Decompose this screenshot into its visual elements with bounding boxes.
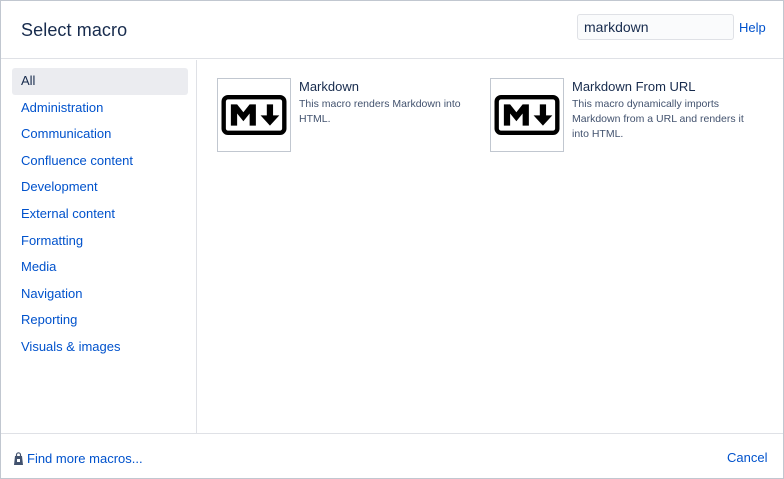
select-macro-dialog: Select macro Help All Administration Com… [0, 0, 784, 479]
category-item-media[interactable]: Media [12, 254, 188, 281]
find-more-macros-label: Find more macros... [27, 451, 143, 466]
markdown-icon [494, 95, 560, 135]
marketplace-bag-icon [13, 451, 24, 466]
category-sidebar: All Administration Communication Conflue… [1, 60, 197, 433]
macro-card-markdown[interactable]: Markdown This macro renders Markdown int… [217, 78, 482, 158]
dialog-title: Select macro [21, 20, 128, 40]
category-item-reporting[interactable]: Reporting [12, 307, 188, 334]
macro-card-markdown-from-url[interactable]: Markdown From URL This macro dynamically… [490, 78, 755, 158]
category-item-visuals-images[interactable]: Visuals & images [12, 334, 188, 361]
macro-thumbnail [490, 78, 564, 152]
category-item-development[interactable]: Development [12, 174, 188, 201]
category-list: All Administration Communication Conflue… [12, 68, 188, 361]
category-item-confluence-content[interactable]: Confluence content [12, 148, 188, 175]
help-link[interactable]: Help [739, 20, 766, 35]
dialog-footer: Find more macros... Cancel [1, 433, 783, 478]
cancel-button[interactable]: Cancel [727, 450, 767, 465]
category-item-navigation[interactable]: Navigation [12, 281, 188, 308]
category-item-formatting[interactable]: Formatting [12, 228, 188, 255]
macro-results: Markdown This macro renders Markdown int… [198, 60, 783, 433]
category-item-administration[interactable]: Administration [12, 95, 188, 122]
macro-description: This macro renders Markdown into HTML. [299, 98, 461, 125]
dialog-header: Select macro Help [1, 1, 783, 59]
find-more-macros-link[interactable]: Find more macros... [13, 451, 143, 466]
category-item-communication[interactable]: Communication [12, 121, 188, 148]
category-item-all[interactable]: All [12, 68, 188, 95]
macro-name: Markdown [299, 79, 359, 94]
macro-search-input[interactable] [577, 14, 734, 40]
macro-name: Markdown From URL [572, 79, 696, 94]
markdown-icon [221, 95, 287, 135]
macro-description: This macro dynamically imports Markdown … [572, 98, 744, 140]
category-item-external-content[interactable]: External content [12, 201, 188, 228]
macro-thumbnail [217, 78, 291, 152]
